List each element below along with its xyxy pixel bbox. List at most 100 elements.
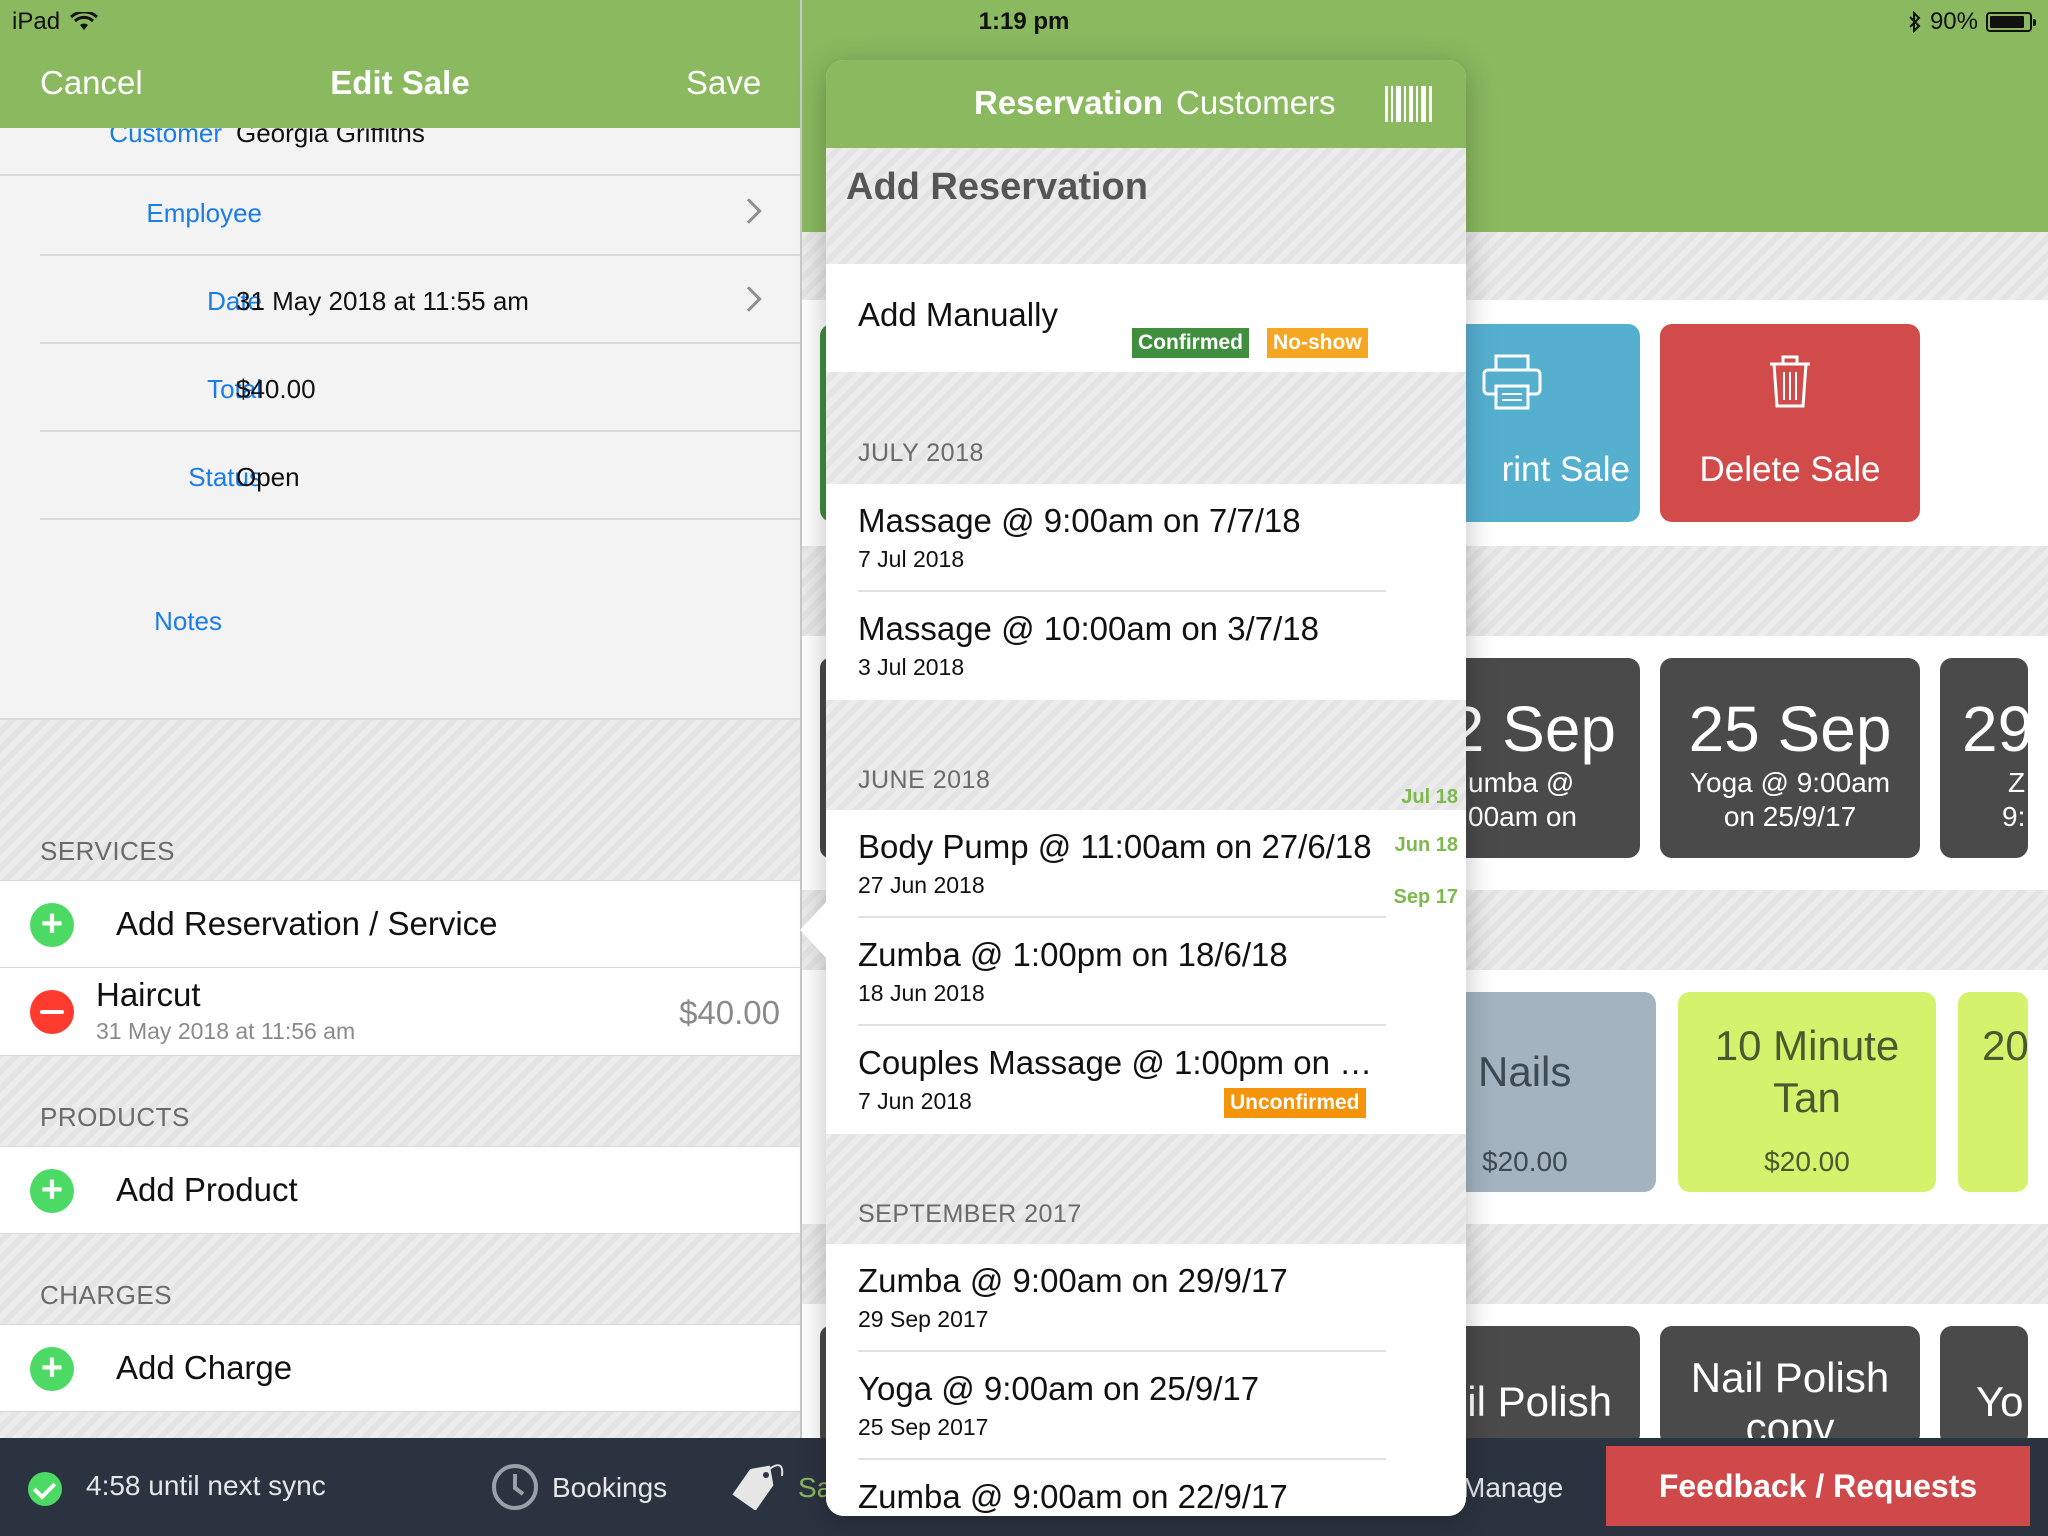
index-jun-18[interactable]: Jun 18 <box>1395 834 1458 857</box>
popover-arrow <box>800 900 828 960</box>
battery-icon <box>1986 12 2036 32</box>
popover-title: Add Reservation <box>846 166 1148 208</box>
tile-price: $20.00 <box>1764 1146 1850 1177</box>
reservation-title: Zumba @ 9:00am on 29/9/17 <box>858 1262 1288 1299</box>
add-icon: + <box>30 1347 74 1391</box>
page-title: Edit Sale <box>330 64 470 101</box>
sync-check-icon <box>28 1472 62 1506</box>
list-item[interactable]: Massage @ 9:00am on 7/7/18 7 Jul 2018 <box>826 484 1466 592</box>
tile-date: 25 Sep <box>1688 693 1892 765</box>
index-sep-17[interactable]: Sep 17 <box>1394 886 1458 909</box>
save-button[interactable]: Save <box>686 64 761 102</box>
reservation-date: 18 Jun 2018 <box>858 980 985 1006</box>
feedback-button[interactable]: Feedback / Requests <box>1606 1446 2030 1526</box>
tab-reservation[interactable]: Reservation <box>974 84 1163 122</box>
printer-icon <box>1482 354 1542 410</box>
add-manually-row[interactable]: Add Manually Confirmed No-show <box>826 264 1466 372</box>
pane-divider <box>800 0 802 1440</box>
add-charge-label: Add Charge <box>116 1349 293 1386</box>
product-tile[interactable]: Nail Polish copy <box>1660 1326 1920 1446</box>
list-item[interactable]: Yoga @ 9:00am on 25/9/17 25 Sep 2017 <box>826 1352 1466 1460</box>
reservation-date: 3 Jul 2018 <box>858 654 965 680</box>
trash-icon <box>1770 355 1810 408</box>
add-icon: + <box>30 903 74 947</box>
delete-sale-label: Delete Sale <box>1699 450 1881 489</box>
reservation-title: Massage @ 10:00am on 3/7/18 <box>858 610 1319 647</box>
product-tile[interactable]: Yo <box>1940 1326 2028 1446</box>
tile-line: on 25/9/17 <box>1723 801 1857 832</box>
reservation-title: Body Pump @ 11:00am on 27/6/18 <box>858 828 1372 865</box>
reservation-title: Massage @ 9:00am on 7/7/18 <box>858 502 1301 539</box>
reservation-date: 29 Sep 2017 <box>858 1306 989 1332</box>
list-item[interactable]: Body Pump @ 11:00am on 27/6/18 27 Jun 20… <box>826 810 1466 918</box>
tile-name: Nails <box>1478 1048 1572 1095</box>
add-service-label: Add Reservation / Service <box>116 905 498 942</box>
employee-label: Employee <box>146 198 262 228</box>
status-row[interactable]: Status Open <box>40 432 800 520</box>
chevron-right-icon <box>736 286 762 312</box>
date-value: 31 May 2018 at 11:55 am <box>236 286 529 316</box>
add-product-label: Add Product <box>116 1171 298 1208</box>
remove-icon[interactable] <box>30 990 74 1034</box>
battery-percent: 90% <box>1929 8 1978 35</box>
list-item[interactable]: Zumba @ 1:00pm on 18/6/18 18 Jun 2018 <box>826 918 1466 1026</box>
reservation-title: Zumba @ 1:00pm on 18/6/18 <box>858 936 1288 973</box>
service-name: Haircut <box>96 976 201 1013</box>
add-service-row[interactable]: + Add Reservation / Service <box>0 880 800 968</box>
service-tile[interactable]: 20 <box>1958 992 2028 1192</box>
section-header: SEPTEMBER 2017 <box>858 1200 1082 1228</box>
products-header: PRODUCTS <box>40 1102 190 1132</box>
clock-icon <box>492 1464 538 1510</box>
index-jul-18[interactable]: Jul 18 <box>1401 786 1458 809</box>
reservation-title: Zumba @ 9:00am on 22/9/17 <box>858 1478 1288 1515</box>
service-price: $40.00 <box>679 994 780 1031</box>
service-item-haircut[interactable]: Haircut 31 May 2018 at 11:56 am $40.00 <box>0 968 800 1056</box>
section-list: Massage @ 9:00am on 7/7/18 7 Jul 2018 Ma… <box>826 484 1466 700</box>
tile-name: Yo <box>1976 1378 2024 1425</box>
tile-line: umba @ <box>1468 767 1575 798</box>
reservation-date: 27 Jun 2018 <box>858 872 985 898</box>
tile-name: Tan <box>1773 1074 1841 1121</box>
list-item[interactable]: Zumba @ 9:00am on 22/9/17 <box>826 1460 1466 1516</box>
reservation-tile[interactable]: 25 Sep Yoga @ 9:00am on 25/9/17 <box>1660 658 1920 858</box>
section-header: JUNE 2018 <box>858 766 991 794</box>
manage-tab[interactable]: Manage <box>1462 1472 1563 1504</box>
services-header: SERVICES <box>40 836 176 866</box>
add-manually-label: Add Manually <box>858 296 1058 333</box>
reservation-tile[interactable]: 29 Z 9: <box>1940 658 2028 858</box>
customer-label: Customer <box>109 128 222 148</box>
reservation-date: 25 Sep 2017 <box>858 1414 989 1440</box>
notes-field[interactable]: Notes <box>0 520 800 720</box>
tab-customers[interactable]: Customers <box>1176 84 1336 122</box>
list-item[interactable]: Massage @ 10:00am on 3/7/18 3 Jul 2018 <box>826 592 1466 700</box>
reservation-title: Couples Massage @ 1:00pm on 7/6/18 <box>858 1044 1378 1081</box>
add-product-row[interactable]: + Add Product <box>0 1146 800 1234</box>
tile-date: 2 Sep <box>1448 693 1616 765</box>
noshow-badge: No-show <box>1267 328 1368 358</box>
status-value: Open <box>236 462 300 492</box>
section-list: Body Pump @ 11:00am on 27/6/18 27 Jun 20… <box>826 810 1466 1134</box>
section-header: JULY 2018 <box>858 439 984 467</box>
tile-price: $20.00 <box>1482 1146 1568 1177</box>
add-icon: + <box>30 1169 74 1213</box>
list-item[interactable]: Couples Massage @ 1:00pm on 7/6/18 7 Jun… <box>826 1026 1466 1134</box>
status-bar: iPad 1:19 pm 90% <box>0 0 2048 40</box>
delete-sale-button[interactable]: Delete Sale <box>1660 324 1920 522</box>
date-row[interactable]: Date 31 May 2018 at 11:55 am <box>40 256 800 344</box>
reservation-date: 7 Jun 2018 <box>858 1088 972 1114</box>
barcode-icon[interactable] <box>1384 84 1434 124</box>
chevron-right-icon <box>736 198 762 224</box>
tile-line: Z <box>2008 767 2026 798</box>
employee-row[interactable]: Employee <box>40 168 800 256</box>
price-tag-icon <box>732 1464 784 1510</box>
bookings-tab[interactable]: Bookings <box>552 1472 667 1504</box>
add-charge-row[interactable]: + Add Charge <box>0 1324 800 1412</box>
tile-name: 10 Minute <box>1714 1022 1900 1069</box>
customer-value: Georgia Griffiths <box>236 128 425 148</box>
reservation-date: 7 Jul 2018 <box>858 546 965 572</box>
unconfirmed-badge: Unconfirmed <box>1224 1088 1366 1118</box>
list-item[interactable]: Zumba @ 9:00am on 29/9/17 29 Sep 2017 <box>826 1244 1466 1352</box>
bluetooth-icon <box>1909 11 1921 33</box>
service-tile-tan[interactable]: 10 Minute Tan $20.00 <box>1678 992 1936 1192</box>
sync-status: 4:58 until next sync <box>86 1470 326 1501</box>
